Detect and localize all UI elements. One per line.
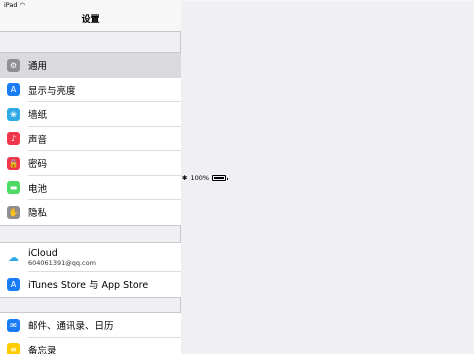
status-bar: iPad ◠ 上午5:37 ✱ 100% <box>0 0 474 354</box>
sidebar-item-g2-1[interactable]: AiTunes Store 与 App Store <box>0 272 181 297</box>
mail-icon: ✉ <box>7 318 20 332</box>
sidebar-group-3: ✉ 邮件、通讯录、日历 ≡ 备忘录 <box>0 312 181 354</box>
settings-sidebar: 设置 ⚙ 通用 A 显示与亮度 ❀ 墙纸 ♪ 声音 🔒 密码 ▬ 电池 ✋ 隐私 ☁ iCloud 60406… <box>0 0 181 354</box>
sidebar-item-label: 显示与亮度 <box>28 85 76 97</box>
sidebar-item-g1-0[interactable]: ⚙ 通用 <box>0 53 181 78</box>
status-right: ✱ 100% <box>182 1 474 354</box>
bluetooth-icon: ✱ <box>182 174 188 182</box>
sidebar-group-1: ⚙ 通用 A 显示与亮度 ❀ 墙纸 ♪ 声音 🔒 密码 ▬ 电池 ✋ 隐私 <box>0 52 181 226</box>
sound-icon: ♪ <box>7 132 20 146</box>
sidebar-item-g2-0[interactable]: ☁ iCloud 604061391@qq.com <box>0 243 181 272</box>
sidebar-item-label: 电池 <box>28 183 48 195</box>
sidebar-item-text: iCloud 604061391@qq.com <box>28 248 96 267</box>
sidebar-item-label: 邮件、通讯录、日历 <box>28 321 114 333</box>
gear-icon: ⚙ <box>7 58 20 72</box>
sidebar-item-g3-0[interactable]: ✉ 邮件、通讯录、日历 <box>0 313 181 338</box>
display-icon: A <box>7 83 20 97</box>
battery-icon <box>212 175 229 181</box>
sidebar-title: 设置 <box>0 9 181 32</box>
wallpaper-icon: ❀ <box>7 107 20 121</box>
sidebar-item-label: iCloud <box>28 248 58 259</box>
hand-icon: ✋ <box>7 205 20 219</box>
sidebar-item-label: 墙纸 <box>28 110 48 122</box>
sidebar-item-g1-4[interactable]: 🔒 密码 <box>0 151 181 176</box>
lock-icon: 🔒 <box>7 156 20 170</box>
appstore-icon: A <box>7 277 20 291</box>
sidebar-item-g1-5[interactable]: ▬ 电池 <box>0 176 181 201</box>
sidebar-item-label: 隐私 <box>28 208 48 220</box>
sidebar-item-sublabel: 604061391@qq.com <box>28 259 96 267</box>
sidebar-item-g3-1[interactable]: ≡ 备忘录 <box>0 338 181 354</box>
sidebar-item-g1-6[interactable]: ✋ 隐私 <box>0 200 181 225</box>
sidebar-item-label: iTunes Store 与 App Store <box>28 280 149 292</box>
cloud-icon: ☁ <box>7 251 20 264</box>
sidebar-item-g1-1[interactable]: A 显示与亮度 <box>0 78 181 103</box>
sidebar-item-g1-2[interactable]: ❀ 墙纸 <box>0 102 181 127</box>
sidebar-group-2: ☁ iCloud 604061391@qq.com AiTunes Store 与 A… <box>0 242 181 298</box>
battery-percent: 100% <box>190 174 210 182</box>
sidebar-item-label: 备忘录 <box>28 345 57 354</box>
notes-icon: ≡ <box>7 343 20 354</box>
sidebar-item-label: 通用 <box>28 61 48 73</box>
sidebar-item-label: 声音 <box>28 134 48 146</box>
sidebar-item-label: 密码 <box>28 159 48 171</box>
sidebar-item-g1-3[interactable]: ♪ 声音 <box>0 127 181 152</box>
battery-icon: ▬ <box>7 181 20 195</box>
